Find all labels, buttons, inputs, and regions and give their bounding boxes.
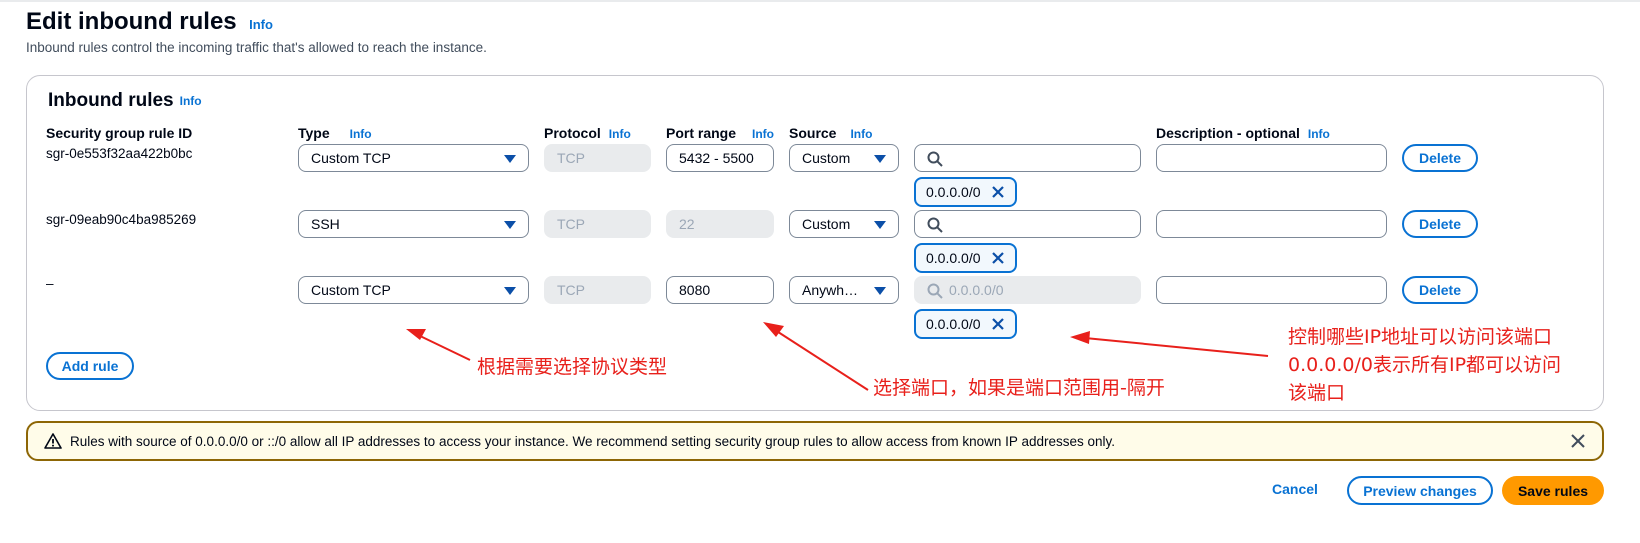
caret-down-icon [504, 287, 516, 295]
source-token: 0.0.0.0/0 [914, 177, 1017, 207]
header-rule-id: Security group rule ID [46, 125, 192, 141]
preview-changes-button[interactable]: Preview changes [1347, 476, 1493, 505]
type-select-value: Custom TCP [311, 150, 391, 166]
caret-down-icon [874, 221, 886, 229]
header-port-range: Port range Info [666, 125, 774, 141]
header-description: Description - optional Info [1156, 125, 1330, 141]
annotation-protocol-type: 根据需要选择协议类型 [477, 356, 668, 378]
search-icon [927, 283, 943, 299]
type-select-value: Custom TCP [311, 282, 391, 298]
annotation-port: 选择端口，如果是端口范围用-隔开 [873, 377, 1165, 399]
close-icon[interactable] [1570, 433, 1586, 449]
protocol-field: TCP [544, 144, 651, 172]
panel-title: Inbound rules Info [48, 90, 202, 112]
rule-id: sgr-09eab90c4ba985269 [46, 212, 197, 227]
source-select-value: Custom [802, 216, 851, 232]
annotation-ip-line2: 0.0.0.0/0表示所有IP都可以访问 [1288, 354, 1562, 376]
protocol-info-link[interactable]: Info [609, 127, 631, 141]
type-info-link[interactable]: Info [350, 127, 372, 141]
search-icon [927, 217, 943, 233]
rule-id: sgr-0e553f32aa422b0bc [46, 146, 193, 161]
close-icon[interactable] [991, 317, 1005, 331]
port-range-input[interactable]: 5432 - 5500 [666, 144, 774, 172]
top-divider [0, 0, 1640, 2]
type-select[interactable]: Custom TCP [298, 276, 529, 304]
add-rule-button[interactable]: Add rule [46, 352, 134, 380]
page-description: Inbound rules control the incoming traff… [26, 40, 487, 55]
header-protocol: Protocol Info [544, 125, 631, 141]
panel-title-text: Inbound rules [48, 90, 174, 111]
source-select[interactable]: Anywh… [789, 276, 899, 304]
warning-alert: Rules with source of 0.0.0.0/0 or ::/0 a… [26, 421, 1604, 461]
token-label: 0.0.0.0/0 [926, 316, 981, 332]
source-search-input[interactable] [914, 144, 1141, 172]
header-port-range-label: Port range [666, 125, 737, 141]
warning-text: Rules with source of 0.0.0.0/0 or ::/0 a… [70, 433, 1115, 449]
port-range-input[interactable]: 8080 [666, 276, 774, 304]
source-search-input: 0.0.0.0/0 [914, 276, 1141, 304]
delete-button[interactable]: Delete [1402, 144, 1478, 172]
description-input[interactable] [1156, 144, 1387, 172]
port-range-info-link[interactable]: Info [752, 127, 774, 141]
type-select[interactable]: SSH [298, 210, 529, 238]
protocol-field: TCP [544, 210, 651, 238]
source-info-link[interactable]: Info [850, 127, 872, 141]
type-select-value: SSH [311, 216, 340, 232]
page-header: Edit inbound rules Info Inbound rules co… [26, 8, 487, 55]
source-select[interactable]: Custom [789, 144, 899, 172]
source-select-value: Custom [802, 150, 851, 166]
page-title: Edit inbound rules [26, 8, 237, 35]
header-rule-id-label: Security group rule ID [46, 125, 193, 141]
protocol-field: TCP [544, 276, 651, 304]
page-info-link[interactable]: Info [249, 17, 273, 32]
source-select-value: Anywh… [802, 282, 859, 298]
save-rules-button[interactable]: Save rules [1502, 476, 1604, 505]
rule-id: – [46, 276, 54, 291]
header-source: Source Info [789, 125, 872, 141]
caret-down-icon [504, 155, 516, 163]
caret-down-icon [504, 221, 516, 229]
description-input[interactable] [1156, 210, 1387, 238]
delete-button[interactable]: Delete [1402, 210, 1478, 238]
close-icon[interactable] [991, 185, 1005, 199]
source-search-input[interactable] [914, 210, 1141, 238]
header-type-label: Type [298, 125, 330, 141]
description-info-link[interactable]: Info [1308, 127, 1330, 141]
caret-down-icon [874, 155, 886, 163]
header-description-label: Description - optional [1156, 125, 1300, 141]
warning-icon [44, 433, 62, 449]
annotation-ip-line3: 该端口 [1288, 382, 1346, 404]
annotation-ip-line1: 控制哪些IP地址可以访问该端口 [1288, 326, 1553, 348]
source-token: 0.0.0.0/0 [914, 309, 1017, 339]
caret-down-icon [874, 287, 886, 295]
header-source-label: Source [789, 125, 837, 141]
token-label: 0.0.0.0/0 [926, 250, 981, 266]
search-icon [927, 151, 943, 167]
header-type: Type Info [298, 125, 372, 141]
source-select[interactable]: Custom [789, 210, 899, 238]
token-label: 0.0.0.0/0 [926, 184, 981, 200]
header-protocol-label: Protocol [544, 125, 601, 141]
port-range-field: 22 [666, 210, 774, 238]
panel-info-link[interactable]: Info [180, 94, 202, 108]
type-select[interactable]: Custom TCP [298, 144, 529, 172]
close-icon[interactable] [991, 251, 1005, 265]
cancel-button[interactable]: Cancel [1272, 481, 1318, 497]
source-token: 0.0.0.0/0 [914, 243, 1017, 273]
description-input[interactable] [1156, 276, 1387, 304]
source-search-value: 0.0.0.0/0 [949, 282, 1004, 298]
delete-button[interactable]: Delete [1402, 276, 1478, 304]
